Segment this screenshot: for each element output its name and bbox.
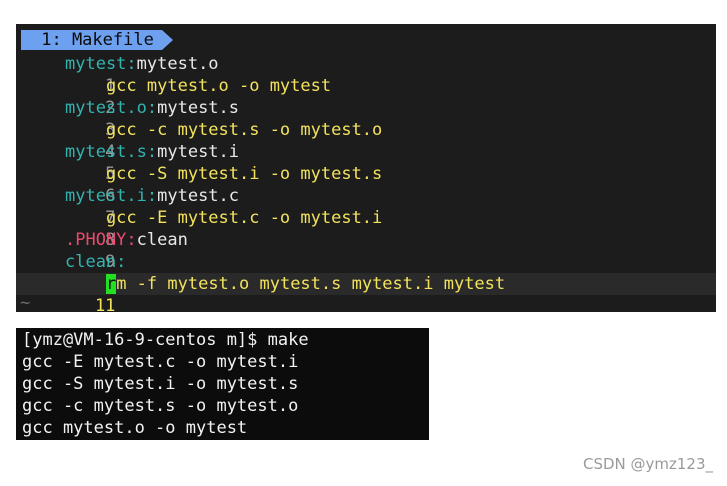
make-target: clean: (65, 252, 127, 272)
vim-editor[interactable]: 1: Makefile 1 mytest:mytest.o 2 gcc myte… (16, 24, 716, 312)
watermark: CSDN @ymz123_ (582, 455, 713, 473)
make-command: gcc -E mytest.c -o mytest.i (65, 208, 383, 228)
code-line: 8 gcc -E mytest.c -o mytest.i (16, 207, 716, 250)
code-line: 1 mytest:mytest.o (16, 53, 716, 96)
terminal-output[interactable]: [ymz@VM-16-9-centos m]$ make gcc -E myte… (16, 328, 429, 440)
code-line: 7 mytest.i:mytest.c (16, 185, 716, 228)
tab-makefile[interactable]: 1: Makefile (21, 30, 162, 50)
code-line: 2 gcc mytest.o -o mytest (16, 75, 716, 118)
phony-keyword: .PHONY: (65, 230, 137, 250)
terminal-output-line: gcc -S mytest.i -o mytest.s (22, 374, 299, 394)
text-cursor[interactable]: r (105, 274, 117, 294)
make-target: mytest.i: (65, 186, 158, 206)
current-code-line: 11 rm -f mytest.o mytest.s mytest.i myte… (16, 273, 716, 312)
make-dependency: mytest.i (157, 142, 240, 162)
code-line: 9 .PHONY:clean (16, 229, 716, 272)
code-line: 10 clean: (16, 251, 716, 294)
make-dependency: mytest.c (157, 186, 240, 206)
code-line: 3 mytest.o:mytest.s (16, 97, 716, 140)
make-command: gcc -S mytest.i -o mytest.s (65, 164, 383, 184)
make-command: gcc -c mytest.s -o mytest.o (65, 120, 383, 140)
tabline: 1: Makefile (21, 30, 173, 50)
code-line: 6 gcc -S mytest.i -o mytest.s (16, 163, 716, 206)
make-dependency: mytest.s (157, 98, 240, 118)
code-lines[interactable]: 1 mytest:mytest.o 2 gcc mytest.o -o myte… (16, 53, 716, 312)
code-line: 5 mytest.s:mytest.i (16, 141, 716, 184)
make-command: gcc mytest.o -o mytest (65, 76, 332, 96)
terminal-output-line: gcc mytest.o -o mytest (22, 418, 248, 438)
make-target: mytest.s: (65, 142, 158, 162)
make-dependency: mytest.o (136, 54, 219, 74)
line-number: 11 (94, 296, 116, 312)
make-target: mytest.o: (65, 98, 158, 118)
make-command: m -f mytest.o mytest.s mytest.i mytest (116, 274, 506, 294)
terminal-output-line: gcc -E mytest.c -o mytest.i (22, 352, 299, 372)
terminal-output-line: gcc -c mytest.s -o mytest.o (22, 396, 299, 416)
make-target: mytest: (65, 54, 137, 74)
empty-line-marker: ~ (20, 293, 31, 312)
make-dependency: clean (136, 230, 188, 250)
tab-arrow-icon (161, 30, 173, 50)
terminal-prompt-line: [ymz@VM-16-9-centos m]$ make (22, 330, 309, 350)
code-line: 4 gcc -c mytest.s -o mytest.o (16, 119, 716, 162)
